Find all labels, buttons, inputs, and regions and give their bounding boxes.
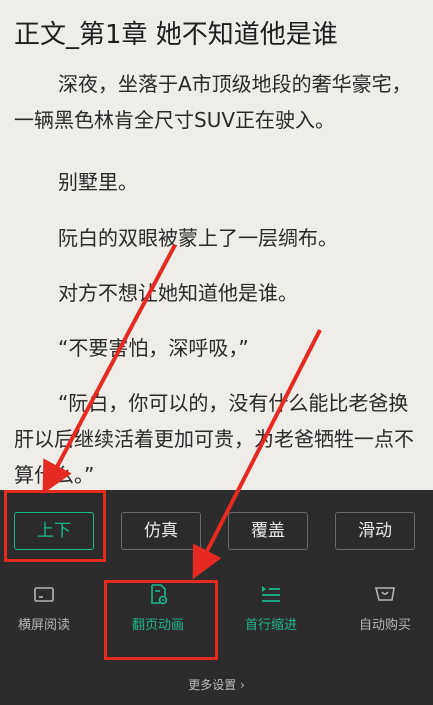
- paragraph: 对方不想让她知道他是谁。: [58, 281, 298, 305]
- tool-label: 横屏阅读: [17, 618, 70, 633]
- indent-icon: [262, 586, 280, 602]
- mode-vertical-button[interactable]: 上下: [14, 512, 94, 550]
- paragraph: 阮白的双眼被蒙上了一层绸布。: [58, 226, 338, 250]
- tool-indent[interactable]: 首行缩进: [221, 582, 321, 642]
- mode-slide-button[interactable]: 滑动: [335, 512, 415, 550]
- paragraph: 深夜，坐落于A市顶级地段的奢华豪宅，一辆黑色林肯全尺寸SUV正在驶入。: [14, 72, 412, 132]
- settings-panel: 上下 仿真 覆盖 滑动 横屏阅读 翻页动画 首行缩进 自动购买 更多设置 ›: [0, 490, 433, 705]
- tool-page-animation[interactable]: 翻页动画: [108, 582, 208, 642]
- page-animation-icon: [151, 584, 168, 605]
- cart-icon: [374, 587, 395, 601]
- tool-label: 翻页动画: [131, 618, 184, 633]
- reader-page: 正文_第1章 她不知道他是谁 深夜，坐落于A市顶级地段的奢华豪宅，一辆黑色林肯全…: [0, 0, 433, 490]
- mode-cover-button[interactable]: 覆盖: [228, 512, 308, 550]
- paragraph: “不要害怕，深呼吸，”: [58, 336, 249, 360]
- more-settings-link[interactable]: 更多设置 ›: [0, 676, 433, 693]
- page-turn-modes: 上下 仿真 覆盖 滑动: [0, 512, 433, 552]
- tool-label: 自动购买: [358, 618, 411, 633]
- tool-row: 横屏阅读 翻页动画 首行缩进 自动购买: [0, 582, 433, 642]
- tool-auto-buy[interactable]: 自动购买: [335, 582, 433, 642]
- paragraph: 别墅里。: [58, 170, 138, 194]
- landscape-icon: [34, 587, 54, 602]
- chapter-title: 正文_第1章 她不知道他是谁: [14, 20, 338, 50]
- mode-simulation-button[interactable]: 仿真: [121, 512, 201, 550]
- tool-landscape[interactable]: 横屏阅读: [0, 582, 94, 642]
- paragraph: “阮白，你可以的，没有什么能比老爸换肝以后继续活着更加可贵，为老爸牺牲一点不算什…: [14, 391, 414, 487]
- tool-label: 首行缩进: [244, 618, 297, 633]
